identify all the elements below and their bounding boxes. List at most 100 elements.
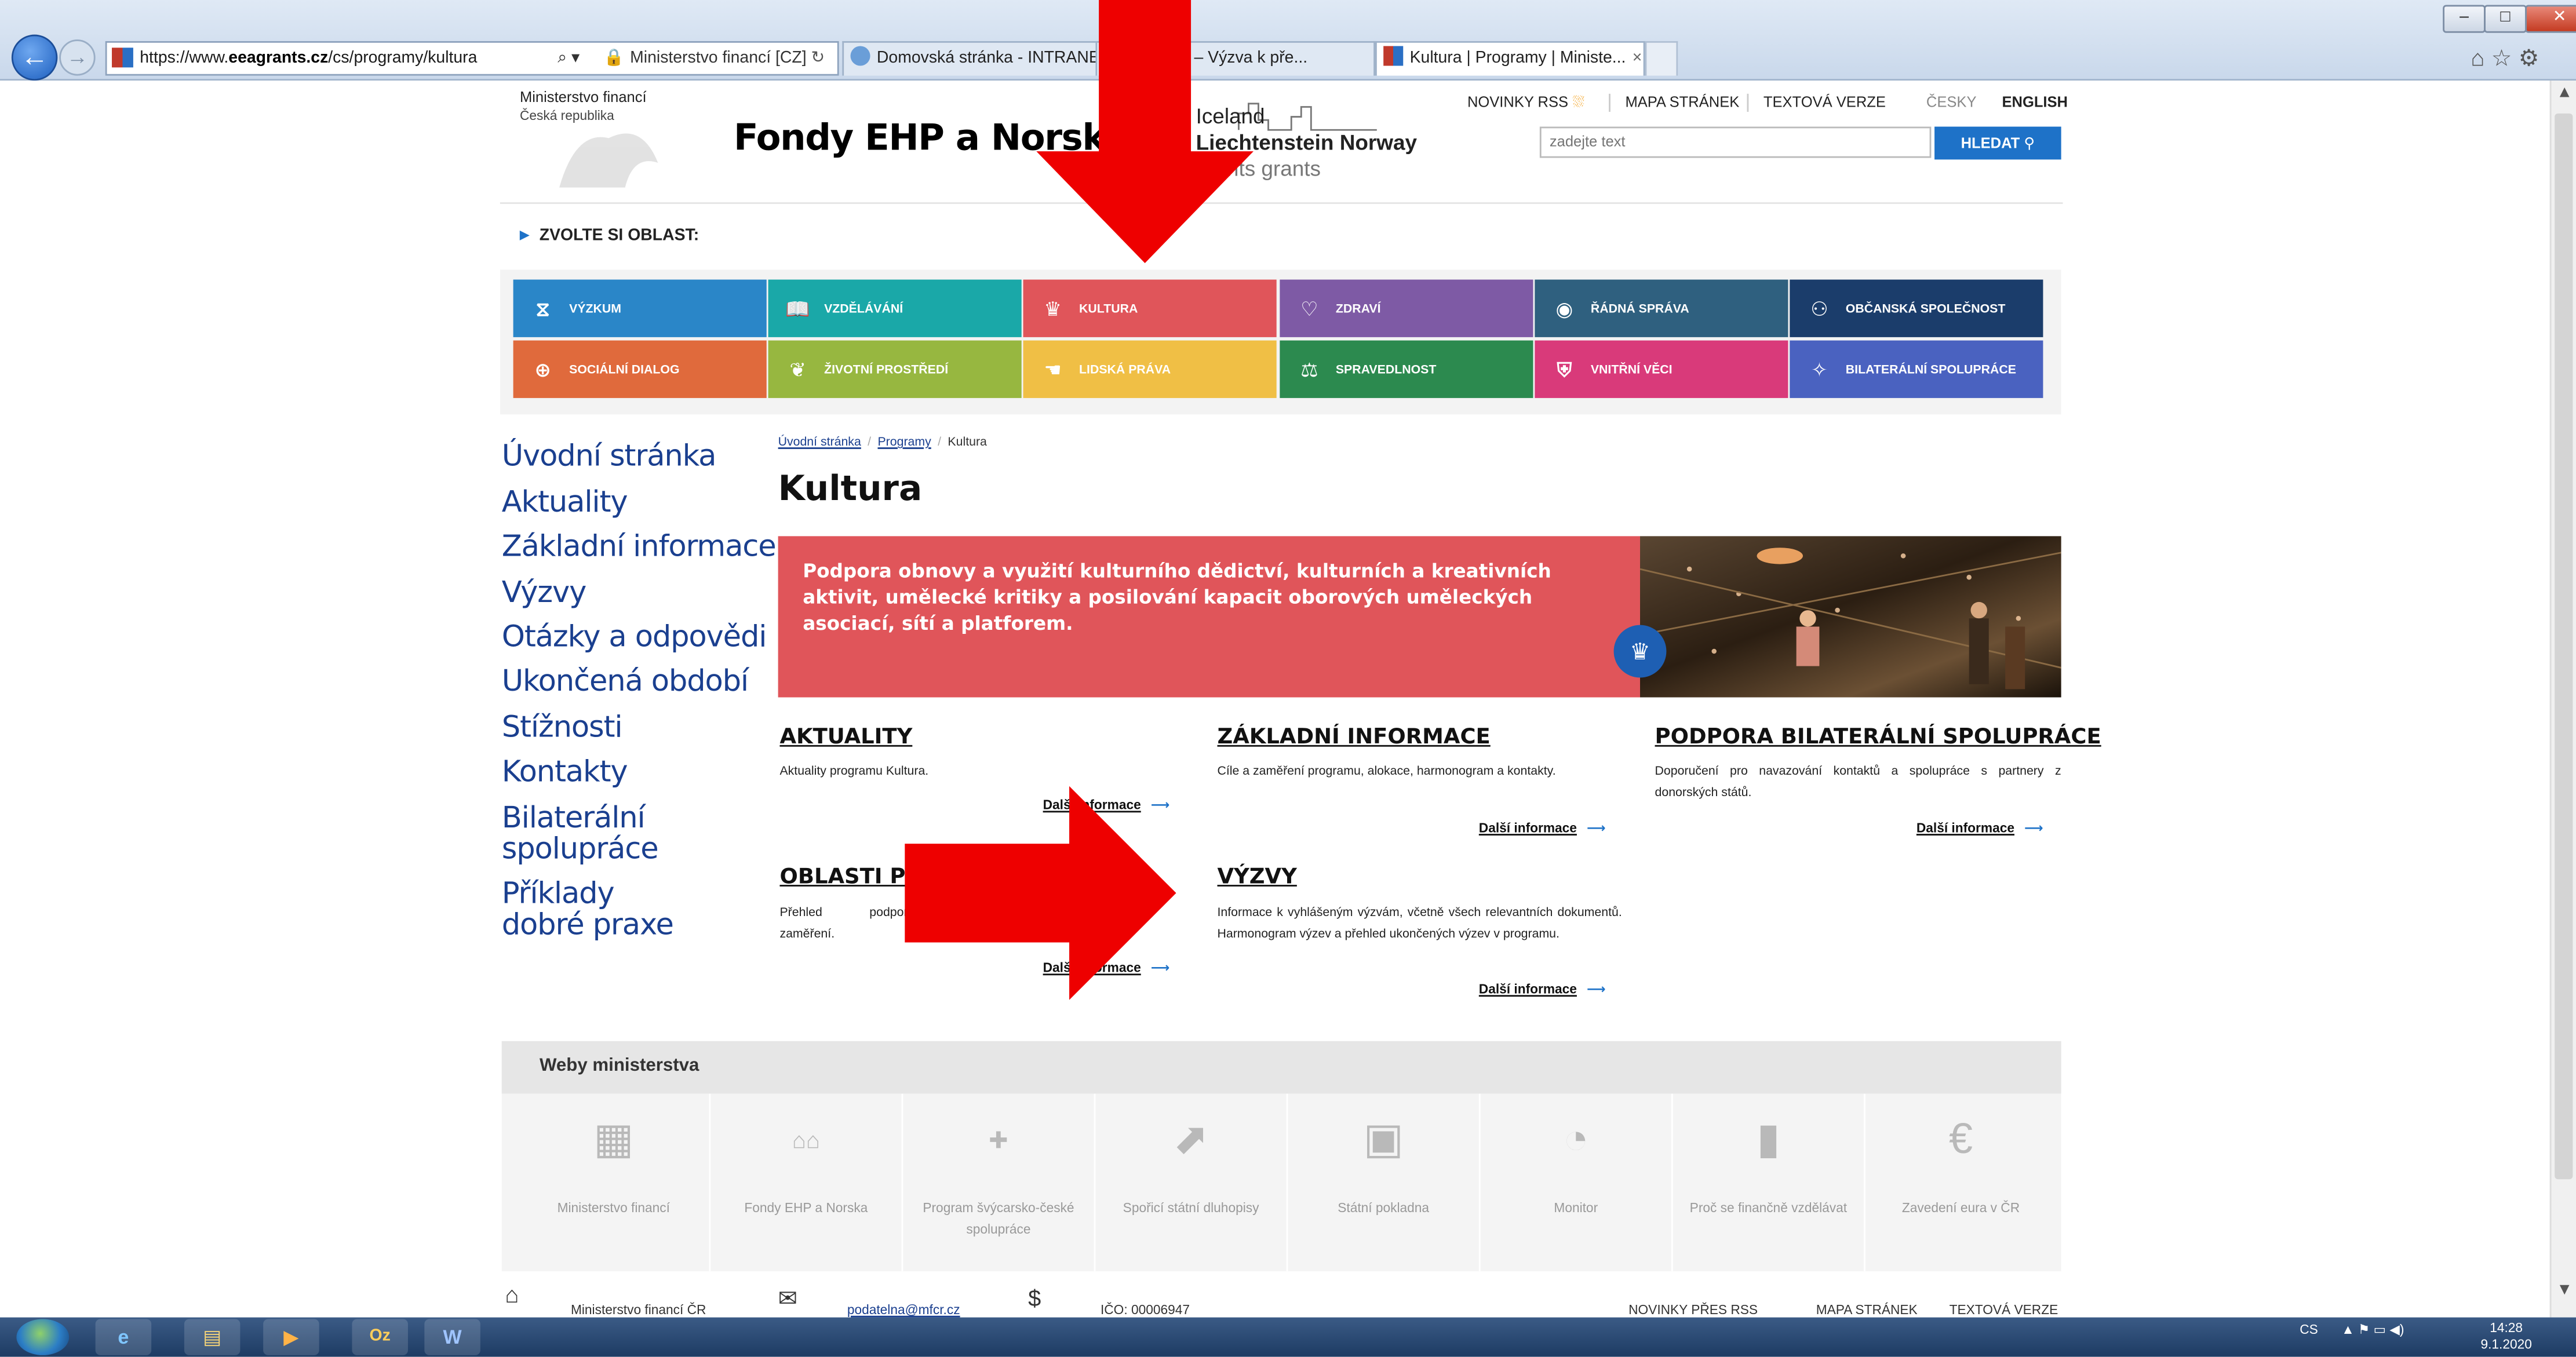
- tile-label: ŽIVOTNÍ PROSTŘEDÍ: [824, 362, 949, 377]
- sitemap-link[interactable]: MAPA STRÁNEK: [1625, 94, 1739, 110]
- taskbar-explorer-icon[interactable]: ▤: [184, 1319, 241, 1355]
- search-input[interactable]: [1539, 126, 1932, 158]
- sidebar-item-aktuality[interactable]: Aktuality: [502, 487, 628, 518]
- start-button[interactable]: [16, 1319, 70, 1355]
- tile-vyzkum[interactable]: ⧖ VÝZKUM: [513, 279, 767, 337]
- lock-icon[interactable]: 🔒: [604, 43, 624, 74]
- divider: [1609, 93, 1611, 112]
- breadcrumb-home[interactable]: Úvodní stránka: [778, 434, 861, 449]
- taskbar-media-icon[interactable]: ▶: [263, 1319, 319, 1355]
- url-domain: eeagrants.cz: [228, 49, 329, 68]
- home-favorites-settings-icon[interactable]: ⌂☆⚙: [2471, 45, 2545, 72]
- new-tab-button[interactable]: [1645, 41, 1678, 76]
- tile-lidska-prava[interactable]: ☚ LIDSKÁ PRÁVA: [1023, 340, 1277, 398]
- zakladni-heading[interactable]: ZÁKLADNÍ INFORMACE: [1217, 725, 1490, 750]
- breadcrumb-programs[interactable]: Programy: [877, 434, 931, 449]
- footer-sitemap-link[interactable]: MAPA STRÁNEK: [1816, 1303, 1918, 1318]
- back-button[interactable]: ←: [11, 34, 58, 81]
- vyzvy-more-link[interactable]: Další informace ⟶: [1479, 982, 1606, 997]
- site-identity[interactable]: Ministerstvo financí [CZ]: [630, 43, 806, 74]
- language-indicator[interactable]: CS: [2300, 1322, 2318, 1337]
- taskbar-outlook-icon[interactable]: Oz: [352, 1319, 408, 1355]
- tile-bilateralni-spoluprace[interactable]: ✧ BILATERÁLNÍ SPOLUPRÁCE: [1790, 340, 2043, 398]
- rss-icon[interactable]: ⛆: [1573, 94, 1584, 112]
- lang-cz-link[interactable]: ČESKY: [1926, 94, 1977, 110]
- lang-en-link[interactable]: ENGLISH: [2002, 94, 2068, 110]
- taskbar-ie-icon[interactable]: e: [95, 1319, 152, 1355]
- aktuality-heading[interactable]: AKTUALITY: [779, 725, 912, 750]
- arrow-right-icon: ⟶: [2024, 820, 2043, 836]
- tile-obcanska-spolecnost[interactable]: ⚇ OBČANSKÁ SPOLEČNOST: [1790, 279, 2043, 337]
- scrollbar-thumb[interactable]: [2555, 113, 2573, 1180]
- tile-label: VNITŘNÍ VĚCI: [1590, 362, 1673, 377]
- rss-link[interactable]: NOVINKY RSS: [1467, 94, 1568, 110]
- tile-zdravi[interactable]: ♡ ZDRAVÍ: [1280, 279, 1533, 337]
- close-window-button[interactable]: ✕: [2525, 5, 2576, 33]
- dna-icon: ⧖: [535, 297, 550, 320]
- tile-label: SOCIÁLNÍ DIALOG: [569, 362, 680, 377]
- tile-label: BILATERÁLNÍ SPOLUPRÁCE: [1845, 362, 2016, 377]
- tile-radna-sprava[interactable]: ◉ ŘÁDNÁ SPRÁVA: [1535, 279, 1788, 337]
- tray-icons[interactable]: ▲ ⚑ ▭ ◀): [2341, 1322, 2404, 1337]
- bilateral-more-link[interactable]: Další informace ⟶: [1916, 820, 2043, 836]
- sidebar-item-ukoncena-obdobi[interactable]: Ukončená období: [502, 666, 749, 698]
- tile-zivotni-prostredi[interactable]: ❦ ŽIVOTNÍ PROSTŘEDÍ: [768, 340, 1022, 398]
- site-link-monitor[interactable]: ◔ Monitor: [1481, 1093, 1673, 1272]
- scroll-down-icon[interactable]: ▼: [2552, 1281, 2576, 1299]
- close-tab-icon[interactable]: ×: [1633, 49, 1642, 67]
- handshake-icon: ☚: [1044, 358, 1062, 381]
- tile-vzdelavani[interactable]: 📖 VZDĚLÁVÁNÍ: [768, 279, 1022, 337]
- footer-rss-link[interactable]: NOVINKY PŘES RSS: [1628, 1303, 1758, 1318]
- site-link-ministerstvo[interactable]: ▦ Ministerstvo financí: [518, 1093, 711, 1272]
- sidebar-item-otazky[interactable]: Otázky a odpovědi: [502, 622, 767, 653]
- search-dropdown-icon[interactable]: ⌕ ▾: [558, 43, 580, 74]
- refresh-icon[interactable]: ↻: [811, 43, 825, 74]
- oblasti-heading[interactable]: OBLASTI PO: [779, 865, 923, 890]
- maximize-button[interactable]: □: [2484, 5, 2527, 33]
- taskbar-word-icon[interactable]: W: [424, 1319, 480, 1355]
- sidebar-item-priklady[interactable]: Příklady dobré praxe: [502, 878, 699, 941]
- site-link-dluhopisy[interactable]: ⬈ Spořicí státní dluhopisy: [1095, 1093, 1288, 1272]
- site-link-svycarsko[interactable]: ✚ Program švýcarsko-české spolupráce: [903, 1093, 1096, 1272]
- tab-kultura[interactable]: Kultura | Programy | Ministe... ×: [1375, 41, 1645, 76]
- hero-text-panel: Podpora obnovy a využití kulturního dědi…: [778, 536, 1640, 698]
- search-button[interactable]: HLEDAT ⚲: [1934, 126, 2061, 160]
- text-version-link[interactable]: TEXTOVÁ VERZE: [1764, 94, 1886, 110]
- red-arrow-right-annotation: [905, 786, 1176, 1000]
- vertical-scrollbar[interactable]: ▲ ▼: [2549, 81, 2576, 1318]
- sidebar-item-stiznosti[interactable]: Stížnosti: [502, 712, 623, 743]
- site-link-pokladna[interactable]: ▣ Státní pokladna: [1288, 1093, 1481, 1272]
- clock[interactable]: 14:28 9.1.2020: [2480, 1320, 2531, 1354]
- minimize-button[interactable]: –: [2443, 5, 2486, 33]
- more-label: Další informace: [1478, 982, 1577, 997]
- globe-icon: ⊕: [534, 358, 551, 381]
- sidebar-item-vyzvy[interactable]: Výzvy: [502, 577, 587, 608]
- forward-button[interactable]: →: [59, 39, 96, 76]
- euro-icon: €: [1948, 1113, 1973, 1163]
- sidebar-item-uvodni-stranka[interactable]: Úvodní stránka: [502, 441, 717, 472]
- scroll-up-icon[interactable]: ▲: [2552, 84, 2576, 102]
- sidebar-item-bilateralni[interactable]: Bilaterální spolupráce: [502, 802, 683, 865]
- sidebar-item-zakladni-informace[interactable]: Základní informace: [502, 531, 777, 563]
- vyzvy-heading[interactable]: VÝZVY: [1217, 865, 1296, 890]
- breadcrumb-sep: /: [868, 434, 872, 449]
- tile-socialni-dialog[interactable]: ⊕ SOCIÁLNÍ DIALOG: [513, 340, 767, 398]
- address-bar[interactable]: https://www.eeagrants.cz/cs/programy/kul…: [105, 41, 839, 76]
- zakladni-more-link[interactable]: Další informace ⟶: [1479, 820, 1606, 836]
- footer-text-version-link[interactable]: TEXTOVÁ VERZE: [1950, 1303, 2058, 1318]
- more-label: Další informace: [1916, 820, 2014, 836]
- tile-kultura[interactable]: ♛ KULTURA: [1023, 279, 1277, 337]
- bilateral-heading[interactable]: PODPORA BILATERÁLNÍ SPOLUPRÁCE: [1655, 725, 2101, 750]
- lion-emblem-icon: [559, 133, 658, 188]
- footer-email-link[interactable]: podatelna@mfcr.cz: [847, 1303, 960, 1318]
- ministry-sites-header: Weby ministerstva: [501, 1041, 2061, 1094]
- site-link-vzdelavat[interactable]: ▮ Proč se finančně vzdělávat: [1673, 1093, 1865, 1272]
- site-link-fondy[interactable]: ⌂⌂ Fondy EHP a Norska: [711, 1093, 903, 1272]
- windows-taskbar: e ▤ ▶ Oz W CS ▲ ⚑ ▭ ◀) 14:28 9.1.2020: [0, 1317, 2576, 1357]
- tile-spravedlnost[interactable]: ⚖ SPRAVEDLNOST: [1280, 340, 1533, 398]
- sidebar-item-kontakty[interactable]: Kontakty: [502, 757, 628, 788]
- hero-banner: Podpora obnovy a využití kulturního dědi…: [778, 536, 2061, 698]
- site-link-euro[interactable]: € Zavedení eura v ČR: [1865, 1094, 2056, 1272]
- tile-vnitrni-veci[interactable]: ⛨ VNITŘNÍ VĚCI: [1535, 340, 1788, 398]
- mail-icon: ✉: [778, 1284, 797, 1311]
